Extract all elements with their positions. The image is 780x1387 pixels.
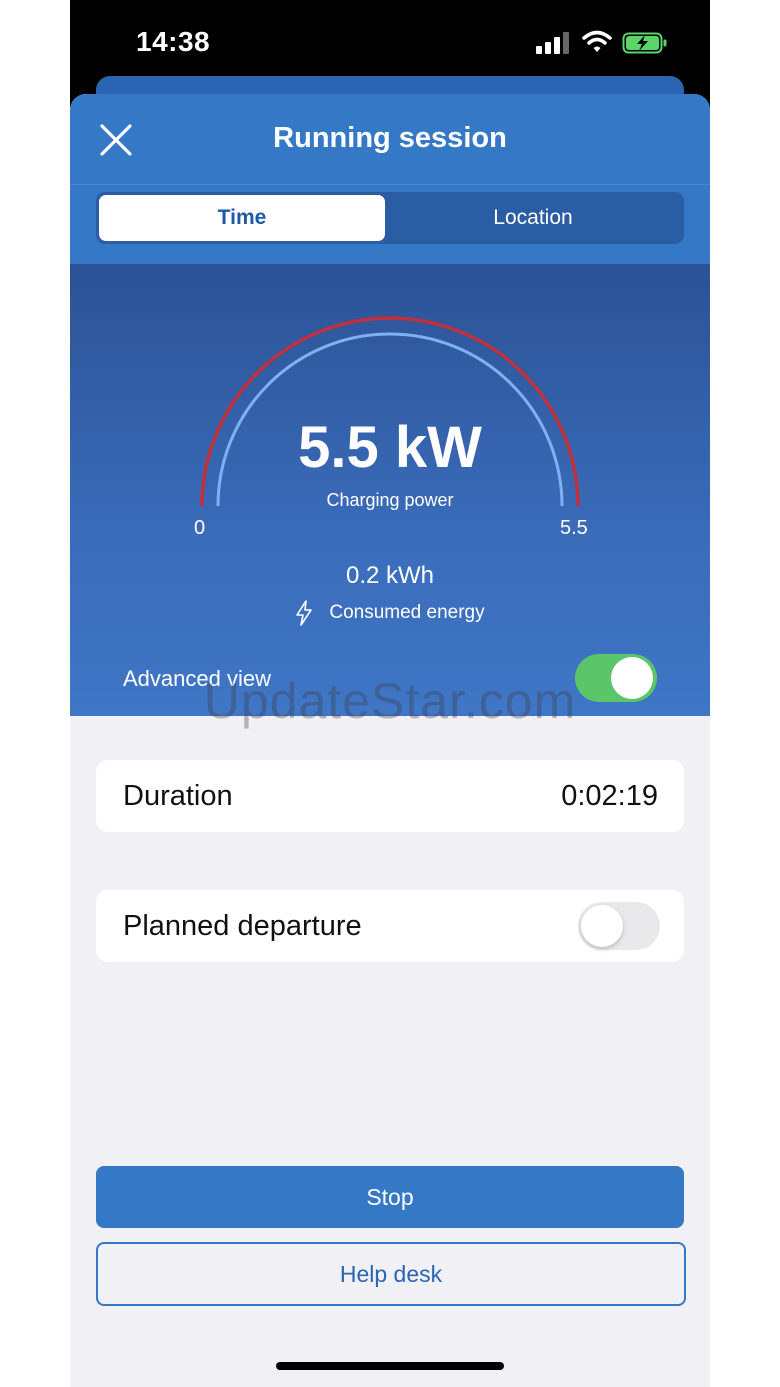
stop-button[interactable]: Stop <box>96 1166 684 1228</box>
lightning-icon <box>296 600 313 626</box>
signal-icon <box>536 32 569 54</box>
tab-location[interactable]: Location <box>388 195 678 241</box>
gauge-min-label: 0 <box>194 517 206 539</box>
phone-screen: 14:38 Running session Time Location 5.5 … <box>70 0 710 1387</box>
consumed-energy-label: Consumed energy <box>329 602 485 624</box>
advanced-view-toggle[interactable] <box>575 654 657 702</box>
status-time: 14:38 <box>136 26 211 57</box>
consumed-energy-row: Consumed energy <box>70 600 710 626</box>
advanced-view-label: Advanced view <box>123 666 271 691</box>
consumed-energy-value: 0.2 kWh <box>345 562 435 589</box>
header: Running session Time Location <box>70 94 710 264</box>
duration-value: 0:02:19 <box>561 780 658 812</box>
battery-charging-icon <box>622 32 667 54</box>
planned-departure-card: Planned departure <box>96 890 684 962</box>
duration-label: Duration <box>123 780 233 812</box>
charging-power-label: Charging power <box>326 490 454 510</box>
tab-switcher: Time Location <box>96 192 684 244</box>
wifi-icon <box>582 30 612 52</box>
header-divider <box>70 184 710 185</box>
toggle-knob <box>581 905 623 947</box>
duration-card: Duration 0:02:19 <box>96 760 684 832</box>
home-indicator[interactable] <box>276 1362 504 1370</box>
help-desk-button[interactable]: Help desk <box>96 1242 686 1306</box>
toggle-knob <box>611 657 653 699</box>
charging-power-value: 5.5 kW <box>298 415 482 480</box>
status-bar: 14:38 <box>70 0 710 80</box>
tab-time[interactable]: Time <box>99 195 385 241</box>
planned-departure-label: Planned departure <box>123 910 362 942</box>
charging-panel: 5.5 kW Charging power 0 5.5 0.2 kWh Cons… <box>70 264 710 716</box>
gauge-max-label: 5.5 <box>560 517 588 539</box>
page-title: Running session <box>273 122 507 154</box>
session-sheet: Running session Time Location 5.5 kW Cha… <box>70 94 710 1387</box>
planned-departure-toggle[interactable] <box>578 902 660 950</box>
